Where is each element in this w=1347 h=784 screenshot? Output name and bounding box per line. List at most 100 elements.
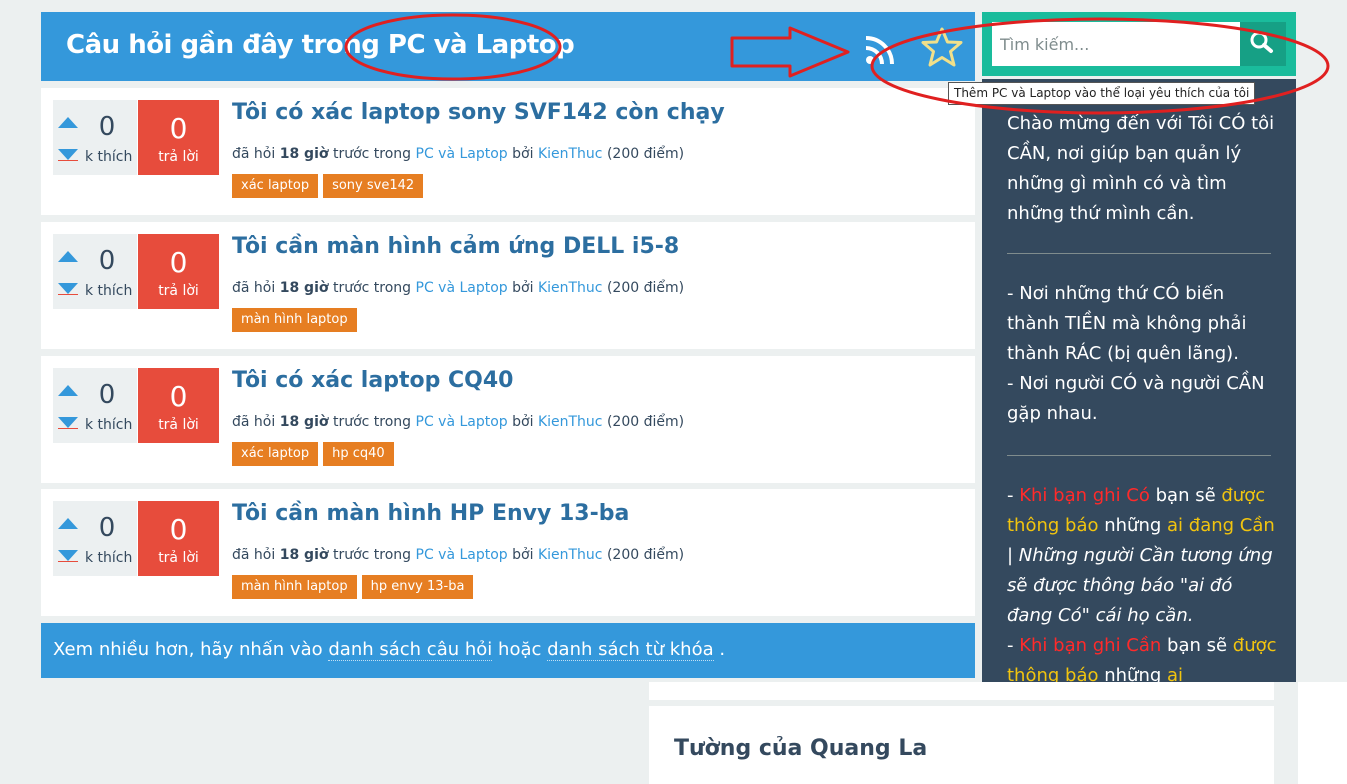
tag-list-link[interactable]: danh sách từ khóa: [547, 639, 714, 661]
meta-points: (200 điểm): [606, 146, 685, 162]
meta-asked: đã hỏi: [232, 414, 276, 430]
vote-label: k thích: [85, 417, 133, 433]
more-suffix: .: [719, 639, 726, 660]
magnifier-icon: [1250, 31, 1273, 53]
meta-ago: trước trong: [332, 146, 412, 162]
question-item: 0 k thích 0 trả lời Tôi cần màn hình HP Envy…: [41, 489, 975, 616]
meta-ago: trước trong: [332, 280, 412, 296]
author-link[interactable]: KienThuc: [538, 146, 603, 162]
category-link[interactable]: PC và Laptop: [416, 280, 508, 296]
vote-up-icon[interactable]: [58, 385, 78, 396]
question-title-link[interactable]: Tôi có xác laptop sony SVF142 còn chạy: [232, 100, 725, 125]
meta-time: 18 giờ: [279, 414, 329, 430]
vote-up-icon[interactable]: [58, 251, 78, 262]
category-link[interactable]: PC và Laptop: [416, 146, 508, 162]
question-title-link[interactable]: Tôi cần màn hình cảm ứng DELL i5-8: [232, 234, 679, 259]
meta-by: bởi: [512, 280, 534, 296]
text: những: [1098, 665, 1168, 682]
tag[interactable]: sony sve142: [323, 174, 424, 198]
author-link[interactable]: KienThuc: [538, 280, 603, 296]
question-meta: đã hỏi 18 giờ trước trong PC và Laptop b…: [232, 146, 684, 162]
more-middle: hoặc: [498, 639, 542, 660]
sidebar-divider: [1007, 253, 1271, 254]
notice-italic: Những người Cần tương ứng sẽ được thông …: [1007, 545, 1273, 626]
meta-asked: đã hỏi: [232, 547, 276, 563]
sidebar-welcome: Chào mừng đến với Tôi CÓ tôi CẦN, nơi gi…: [982, 79, 1296, 682]
vote-box: 0 k thích: [53, 234, 137, 309]
notice-have: Khi bạn ghi Có: [1019, 485, 1150, 506]
answer-label: trả lời: [158, 417, 199, 433]
meta-time: 18 giờ: [279, 146, 329, 162]
answer-label: trả lời: [158, 283, 199, 299]
vote-down-icon[interactable]: [58, 149, 78, 160]
notice-highlight: ai đang Cần: [1167, 515, 1275, 536]
tag-list: màn hình laptop: [232, 308, 357, 332]
answer-count-box: 0 trả lời: [138, 100, 219, 175]
category-link[interactable]: PC và Laptop: [416, 547, 508, 563]
vote-box: 0 k thích: [53, 100, 137, 175]
vote-box: 0 k thích: [53, 501, 137, 576]
tag[interactable]: hp cq40: [323, 442, 394, 466]
wall-panel: Tường của Quang La: [649, 706, 1274, 784]
author-link[interactable]: KienThuc: [538, 414, 603, 430]
vote-up-icon[interactable]: [58, 117, 78, 128]
question-title-link[interactable]: Tôi có xác laptop CQ40: [232, 368, 513, 393]
vote-down-icon[interactable]: [58, 550, 78, 561]
question-list-link[interactable]: danh sách câu hỏi: [328, 639, 493, 661]
vote-down-underline: [58, 428, 78, 429]
question-item: 0 k thích 0 trả lời Tôi có xác laptop sony S…: [41, 88, 975, 215]
answer-count-box: 0 trả lời: [138, 501, 219, 576]
right-strip: [1298, 682, 1347, 784]
meta-asked: đã hỏi: [232, 280, 276, 296]
answer-label: trả lời: [158, 149, 199, 165]
meta-by: bởi: [512, 547, 534, 563]
meta-asked: đã hỏi: [232, 146, 276, 162]
meta-time: 18 giờ: [279, 280, 329, 296]
vote-down-underline: [58, 160, 78, 161]
sidebar-intro: Chào mừng đến với Tôi CÓ tôi CẦN, nơi gi…: [1007, 113, 1275, 224]
tag-list: màn hình laptop hp envy 13-ba: [232, 575, 474, 599]
text: bạn sẽ: [1161, 635, 1233, 656]
question-meta: đã hỏi 18 giờ trước trong PC và Laptop b…: [232, 280, 684, 296]
vote-down-underline: [58, 294, 78, 295]
answer-label: trả lời: [158, 550, 199, 566]
vote-count: 0: [98, 513, 116, 543]
favorite-tooltip: Thêm PC và Laptop vào thể loại yêu thích…: [948, 82, 1256, 105]
vote-down-icon[interactable]: [58, 283, 78, 294]
tag[interactable]: xác laptop: [232, 442, 319, 466]
meta-time: 18 giờ: [279, 547, 329, 563]
wall-title: Tường của Quang La: [674, 736, 928, 761]
question-item: 0 k thích 0 trả lời Tôi có xác laptop CQ40 đã…: [41, 356, 975, 483]
search-button[interactable]: [1240, 22, 1286, 66]
search-input[interactable]: [992, 22, 1240, 66]
meta-ago: trước trong: [332, 547, 412, 563]
tag-list: xác laptop hp cq40: [232, 442, 394, 466]
notice-highlight: ai: [1167, 665, 1184, 682]
meta-ago: trước trong: [332, 414, 412, 430]
tag[interactable]: màn hình laptop: [232, 308, 357, 332]
tag[interactable]: xác laptop: [232, 174, 319, 198]
rss-icon[interactable]: [864, 32, 898, 66]
vote-count: 0: [98, 112, 116, 142]
vote-label: k thích: [85, 149, 133, 165]
answer-count: 0: [169, 380, 188, 413]
meta-by: bởi: [512, 146, 534, 162]
question-meta: đã hỏi 18 giờ trước trong PC và Laptop b…: [232, 414, 684, 430]
sidebar-paragraph-1: - Nơi những thứ CÓ biến thành TIỀN mà kh…: [1007, 283, 1247, 364]
favorite-star-icon[interactable]: [920, 26, 964, 70]
vote-count: 0: [98, 246, 116, 276]
tag-list: xác laptop sony sve142: [232, 174, 424, 198]
text: những: [1098, 515, 1168, 536]
page-title: Câu hỏi gần đây trong PC và Laptop: [66, 30, 575, 60]
category-link[interactable]: PC và Laptop: [416, 414, 508, 430]
meta-by: bởi: [512, 414, 534, 430]
tag[interactable]: hp envy 13-ba: [361, 575, 474, 599]
author-link[interactable]: KienThuc: [538, 547, 603, 563]
search-box: [982, 12, 1296, 76]
tag[interactable]: màn hình laptop: [232, 575, 357, 599]
vote-up-icon[interactable]: [58, 518, 78, 529]
vote-down-icon[interactable]: [58, 417, 78, 428]
question-title-link[interactable]: Tôi cần màn hình HP Envy 13-ba: [232, 501, 629, 526]
answer-count: 0: [169, 246, 188, 279]
bottom-panel: [649, 682, 1274, 700]
